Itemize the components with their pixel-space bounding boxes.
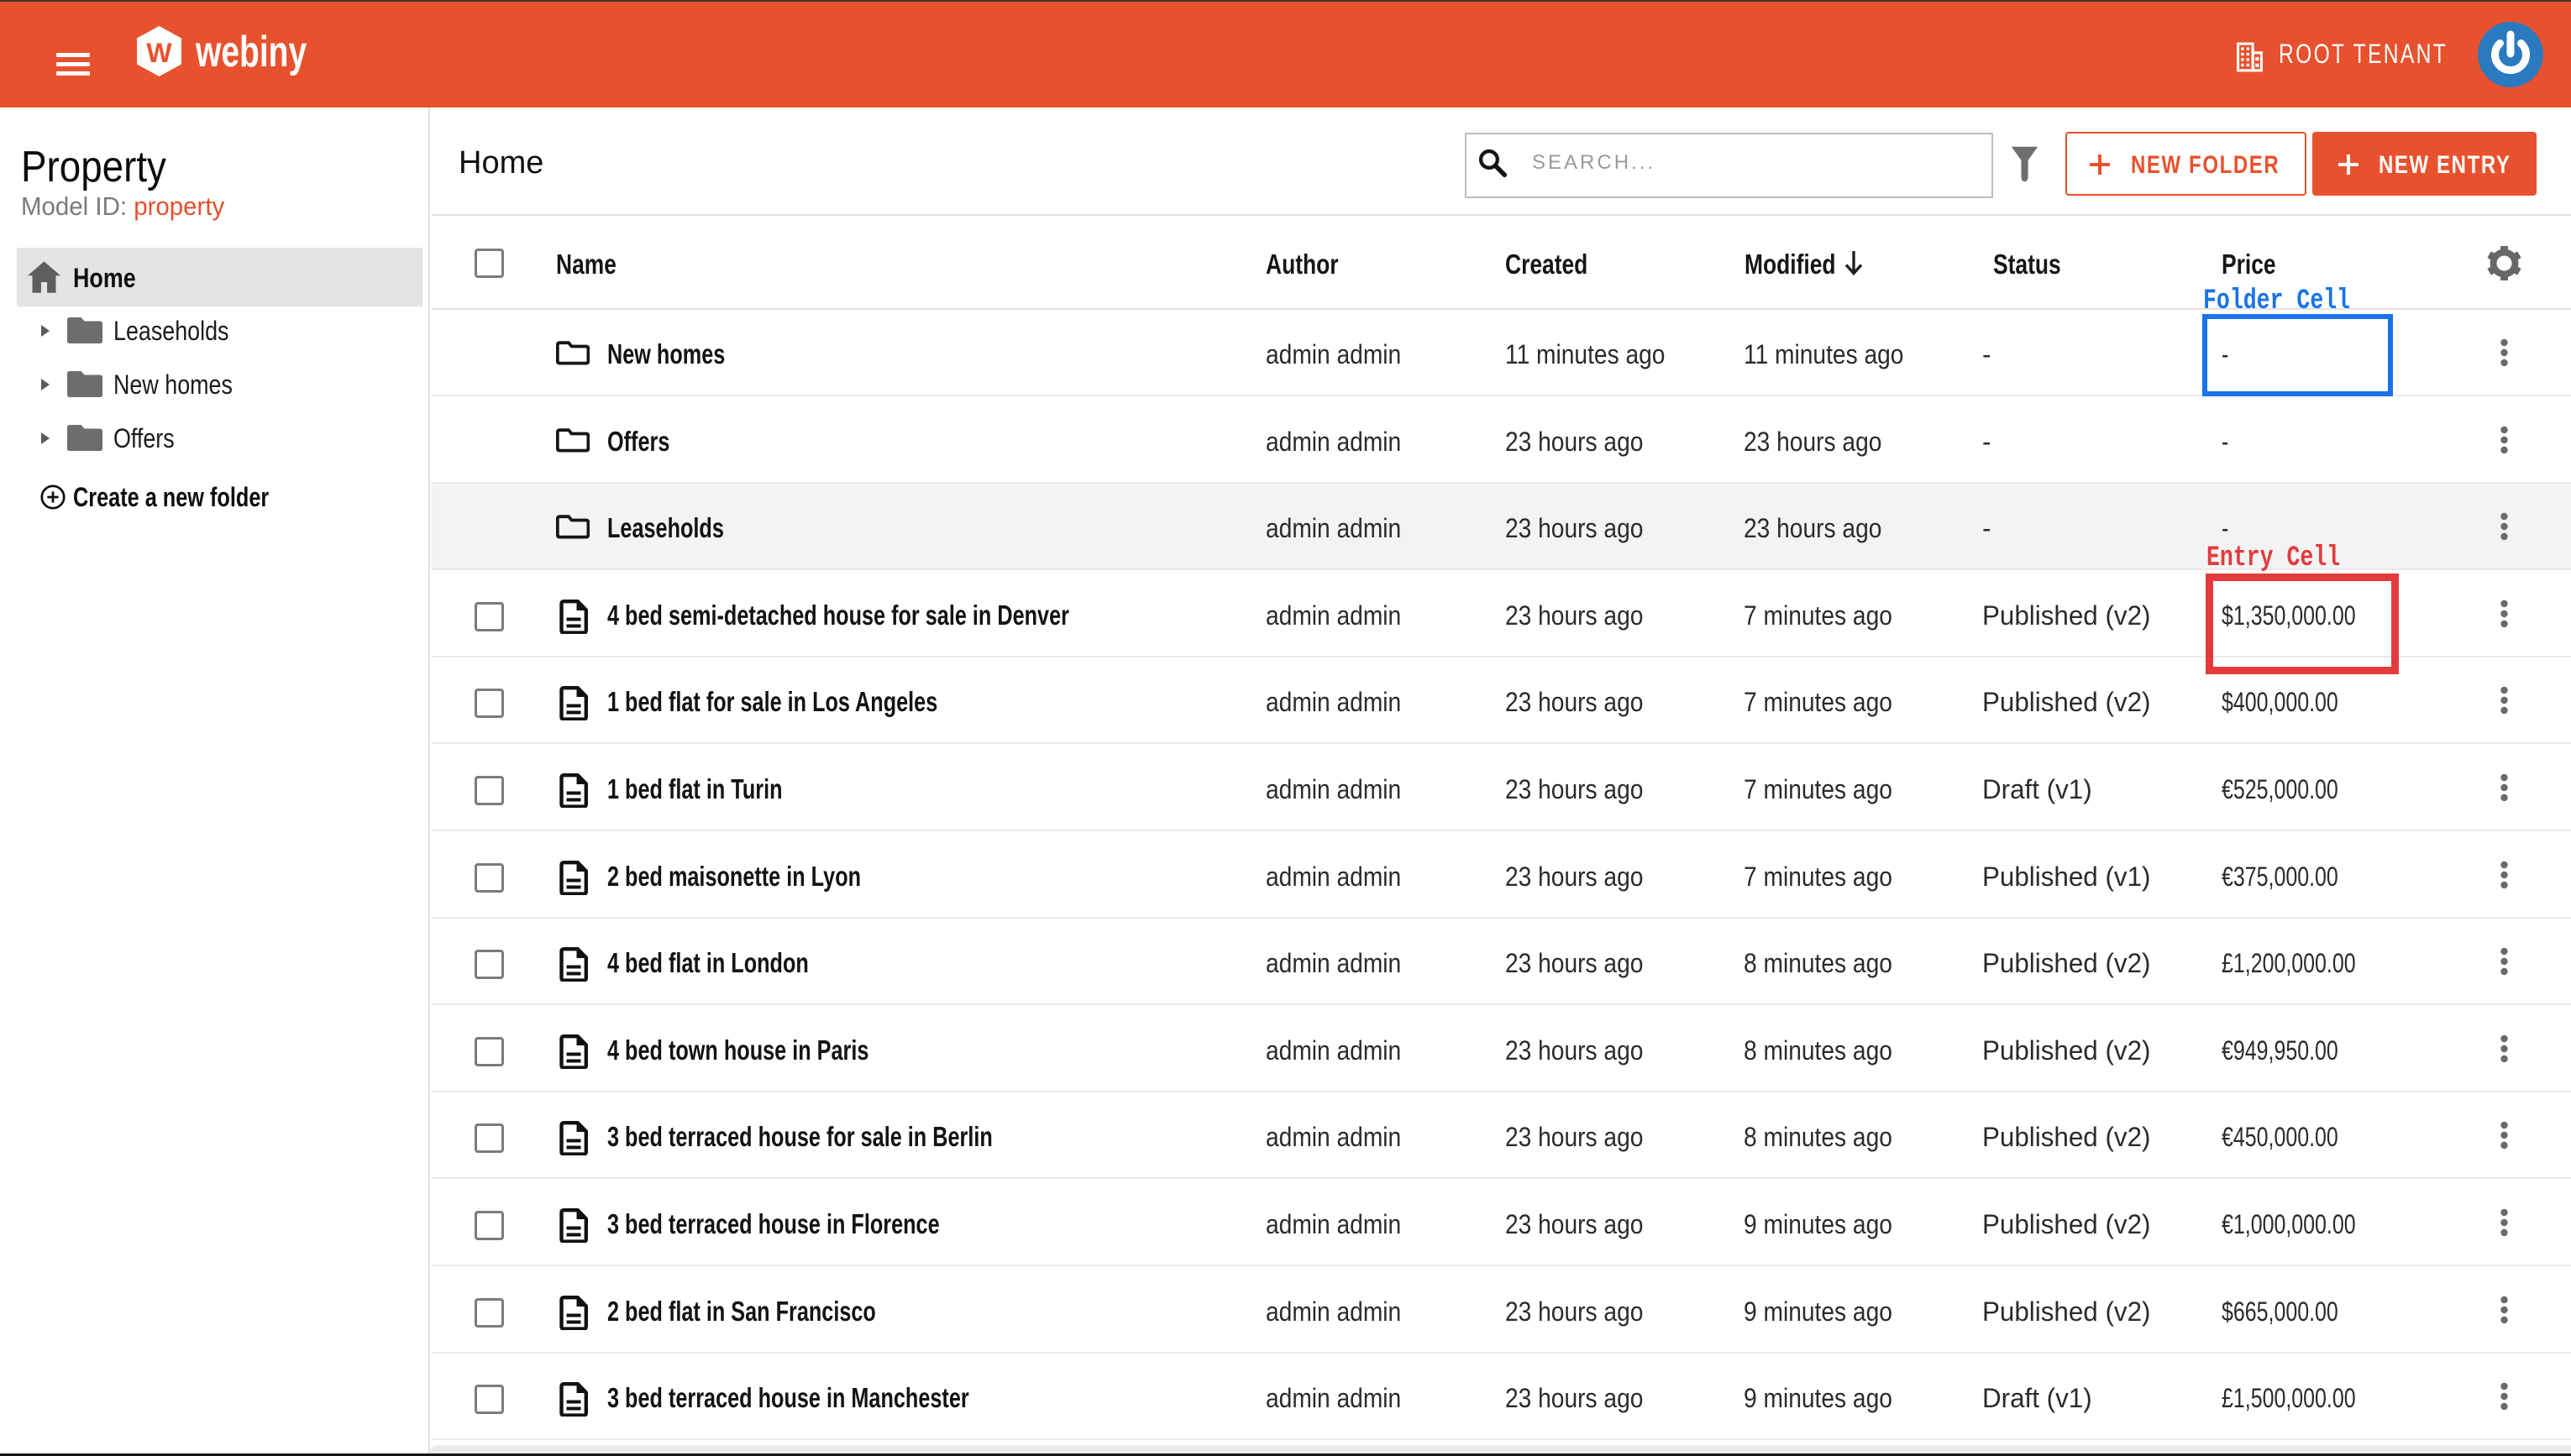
svg-text:W: W: [146, 38, 172, 68]
